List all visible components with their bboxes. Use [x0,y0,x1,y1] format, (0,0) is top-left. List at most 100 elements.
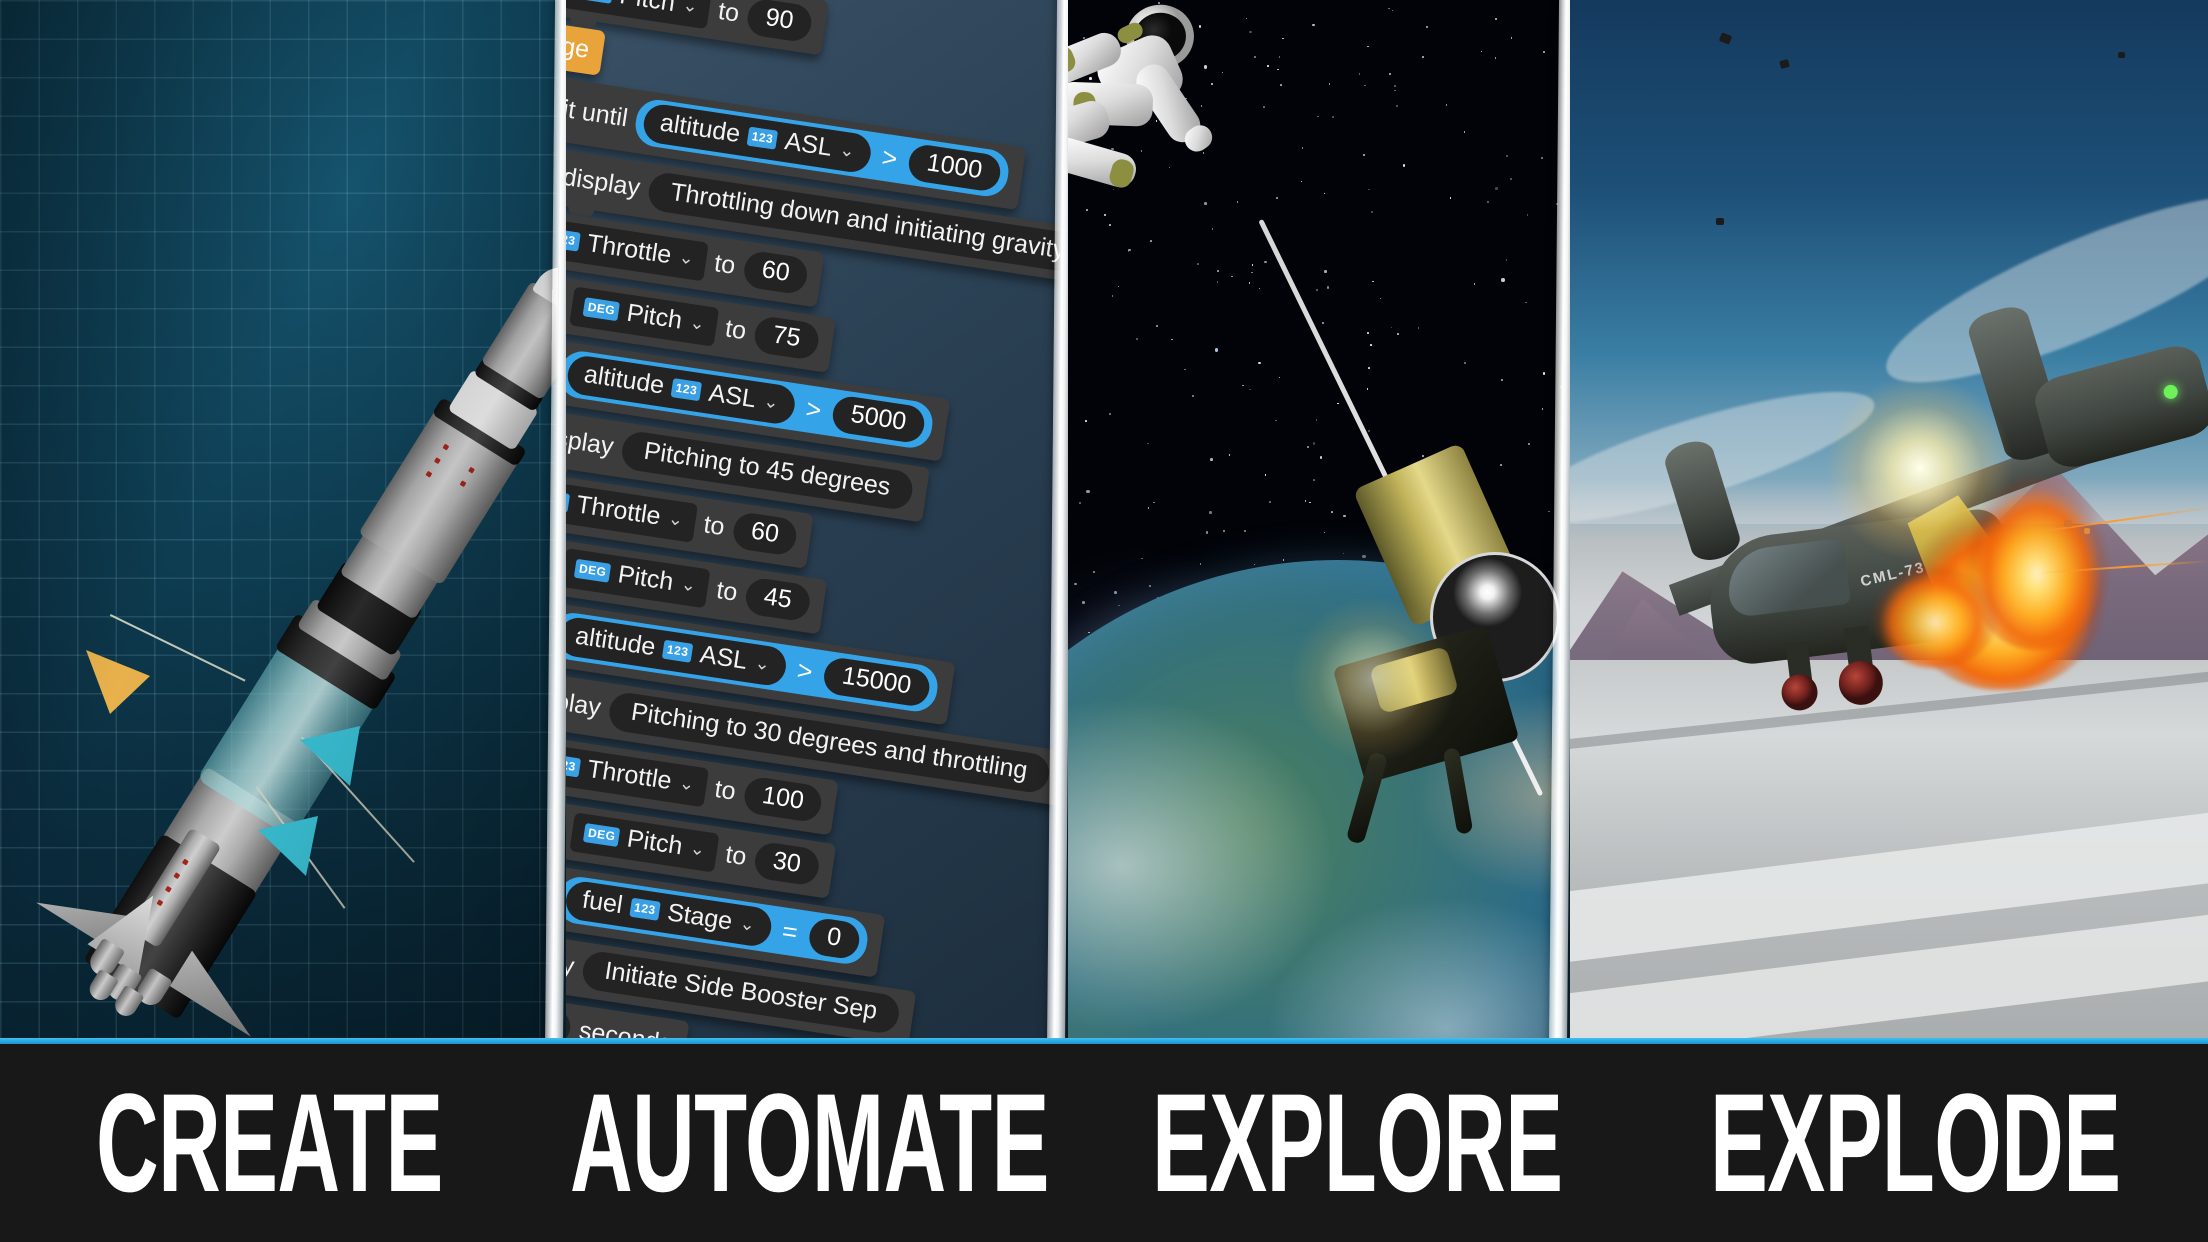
value-field[interactable]: 90 [745,0,814,44]
dropdown-throttle[interactable]: 123Throttle⌄ [566,743,709,808]
dropdown-asl[interactable]: altitude 123 ASL ⌄ [566,615,789,688]
value-field[interactable]: 100 [741,775,824,824]
landing-gear-wheel-rear [1836,658,1886,708]
spacecraft-glint [1258,564,1488,794]
dropdown-label: Stage [665,898,735,936]
rocket-fuel-tank [196,636,381,839]
threshold-field[interactable]: 1000 [906,142,1003,193]
type-tag-123: 123 [746,126,779,150]
rocket-lower-skirt [143,766,299,926]
threshold-field[interactable]: 15000 [821,655,932,709]
chevron-down-icon: ⌄ [753,652,772,675]
star [1153,501,1156,504]
star [1371,211,1373,213]
dropdown-pitch[interactable]: DEGPitch⌄ [566,548,711,609]
value-field[interactable]: 75 [752,314,821,361]
dropdown-label: Pitch [625,824,685,861]
dropdown-pitch[interactable]: DEGPitch⌄ [569,812,720,873]
rocket-assembly [53,156,558,1040]
star [1473,282,1476,285]
dropdown-asl[interactable]: altitude 123 ASL ⌄ [566,353,798,427]
dropdown-label: Throttle [585,229,674,270]
tagline-word-explore: EXPLORE [1152,1064,1563,1221]
star [1422,455,1424,457]
star [1214,348,1219,352]
block-keyword: display [566,421,616,461]
star [1391,9,1394,12]
tagline-word-create: CREATE [96,1064,443,1221]
star [1505,259,1508,261]
measurement-name: altitude [573,621,658,662]
value-field[interactable]: 60 [741,249,810,296]
rocket-decal [181,858,189,866]
chevron-down-icon: ⌄ [688,837,707,860]
star [1315,418,1318,421]
star [1463,131,1466,133]
star [1445,104,1448,107]
panel-flight-program[interactable]: DEGPitch⌄to90stagewait untilaltitude123A… [566,0,1060,1040]
star [1209,511,1212,514]
star [1192,395,1194,397]
rocket-band [473,357,545,413]
block-program-canvas[interactable]: DEGPitch⌄to90stagewait untilaltitude123A… [566,0,1060,1040]
debris-particle [1716,218,1724,225]
engine-bell [102,962,143,1006]
rocket-fin-left [36,852,149,954]
type-tag-123: 123 [566,489,570,513]
star [1309,501,1311,504]
star [1494,57,1497,60]
rocket-decal [173,872,181,880]
dropdown-pitch[interactable]: DEGPitch⌄ [568,286,720,347]
astronaut [1068,0,1357,319]
star [1184,368,1186,371]
star [1149,585,1151,587]
rocket-band [431,397,528,468]
star [1268,501,1271,503]
dropdown-throttle[interactable]: 123Throttle⌄ [566,479,698,543]
panel-rocket-designer[interactable] [0,0,558,1040]
rocket-decal-strip [127,827,222,949]
comparison-operator: > [795,654,815,687]
threshold-field[interactable]: 0 [806,916,862,961]
star [1526,214,1529,216]
type-tag-deg: DEG [582,823,621,848]
dropdown-asl[interactable]: altitude 123 ASL ⌄ [641,102,874,175]
value-field[interactable]: 45 [743,576,812,623]
value-field[interactable]: 30 [752,840,822,887]
star [1541,157,1543,159]
dropdown-stage[interactable]: fuel 123 Stage ⌄ [566,879,774,949]
code-block-set[interactable]: DEG Pitch⌄ to90 [566,0,829,56]
star [1322,322,1325,324]
chevron-down-icon: ⌄ [738,913,757,936]
block-keyword: display [566,162,643,202]
measurement-name: altitude [658,108,743,149]
panel-aircraft-crash[interactable]: CML-73 [1570,0,2208,1040]
star [1274,419,1277,422]
star [1079,502,1081,505]
duration-field[interactable]: 5 [566,1003,574,1040]
value-field[interactable]: 60 [730,510,800,557]
type-tag-123: 123 [670,378,703,402]
star [1390,326,1393,329]
engine-bell [85,968,120,1005]
rocket-decal [459,480,467,488]
star [1228,454,1231,457]
panel-space-exploration[interactable] [1068,0,1562,1040]
threshold-field[interactable]: 5000 [830,394,927,445]
guide-line-normal [255,786,346,909]
gizmo-arrow-cyan-2 [258,816,318,876]
star [1337,402,1339,405]
type-tag-deg: DEG [582,297,621,322]
star [1425,25,1429,29]
ember-particle [2084,528,2090,534]
star [1379,297,1382,300]
rocket-decal [433,457,441,465]
block-keyword-to: to [701,510,727,542]
guide-line-radial [300,736,415,863]
debris-particle [2118,52,2125,58]
chevron-down-icon: ⌄ [666,508,685,531]
axis-gizmo[interactable] [0,0,558,1040]
dropdown-throttle[interactable]: 123Throttle⌄ [566,217,709,282]
star [1146,442,1149,445]
star [1304,500,1307,502]
